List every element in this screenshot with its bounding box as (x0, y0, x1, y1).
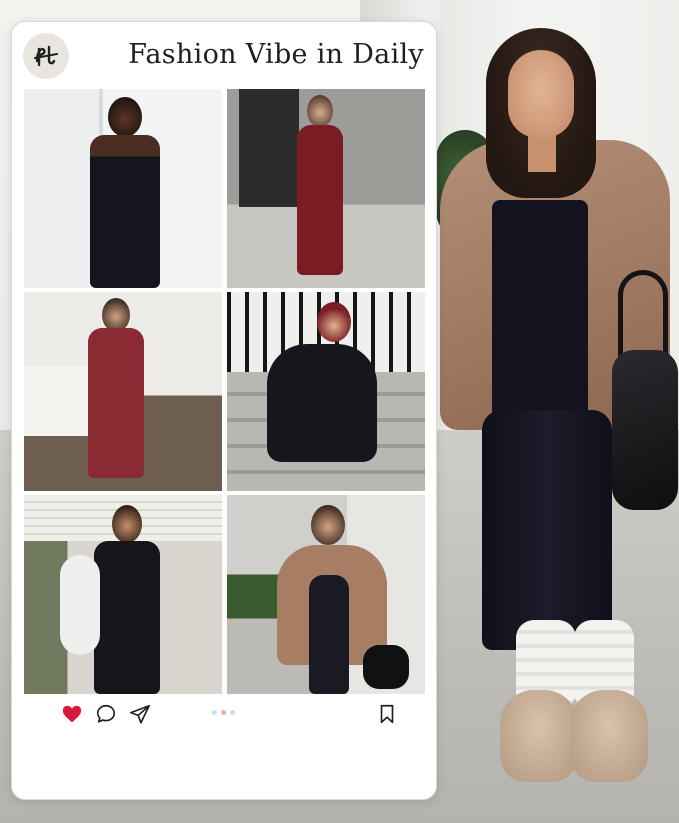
send-icon[interactable] (128, 702, 152, 726)
carousel-dot (230, 710, 235, 715)
model-leggings (482, 410, 612, 650)
grid-photo-5[interactable] (24, 495, 222, 694)
grid-photo-6[interactable] (227, 495, 425, 694)
model-figure (430, 20, 679, 800)
model-boot-right (570, 690, 648, 782)
heart-icon[interactable] (60, 702, 84, 726)
carousel-dot-active (221, 710, 226, 715)
profile-avatar[interactable] (23, 33, 69, 79)
grid-photo-4[interactable] (227, 292, 425, 491)
monogram-logo-icon (34, 45, 58, 67)
grid-photo-2[interactable] (227, 89, 425, 288)
grid-photo-3[interactable] (24, 292, 222, 491)
post-actions-bar (24, 702, 427, 726)
carousel-dot (212, 710, 217, 715)
model-boot-left (500, 690, 578, 782)
model-top (492, 200, 588, 430)
photo-grid (24, 89, 427, 695)
grid-photo-1[interactable] (24, 89, 222, 288)
model-neck (528, 132, 556, 172)
post-card: Fashion Vibe in Daily (11, 21, 437, 800)
model-face (508, 50, 574, 138)
comment-icon[interactable] (94, 702, 118, 726)
carousel-indicator (212, 710, 235, 715)
post-title: Fashion Vibe in Daily (128, 39, 424, 70)
bookmark-icon[interactable] (375, 702, 399, 726)
model-bag (612, 350, 678, 510)
